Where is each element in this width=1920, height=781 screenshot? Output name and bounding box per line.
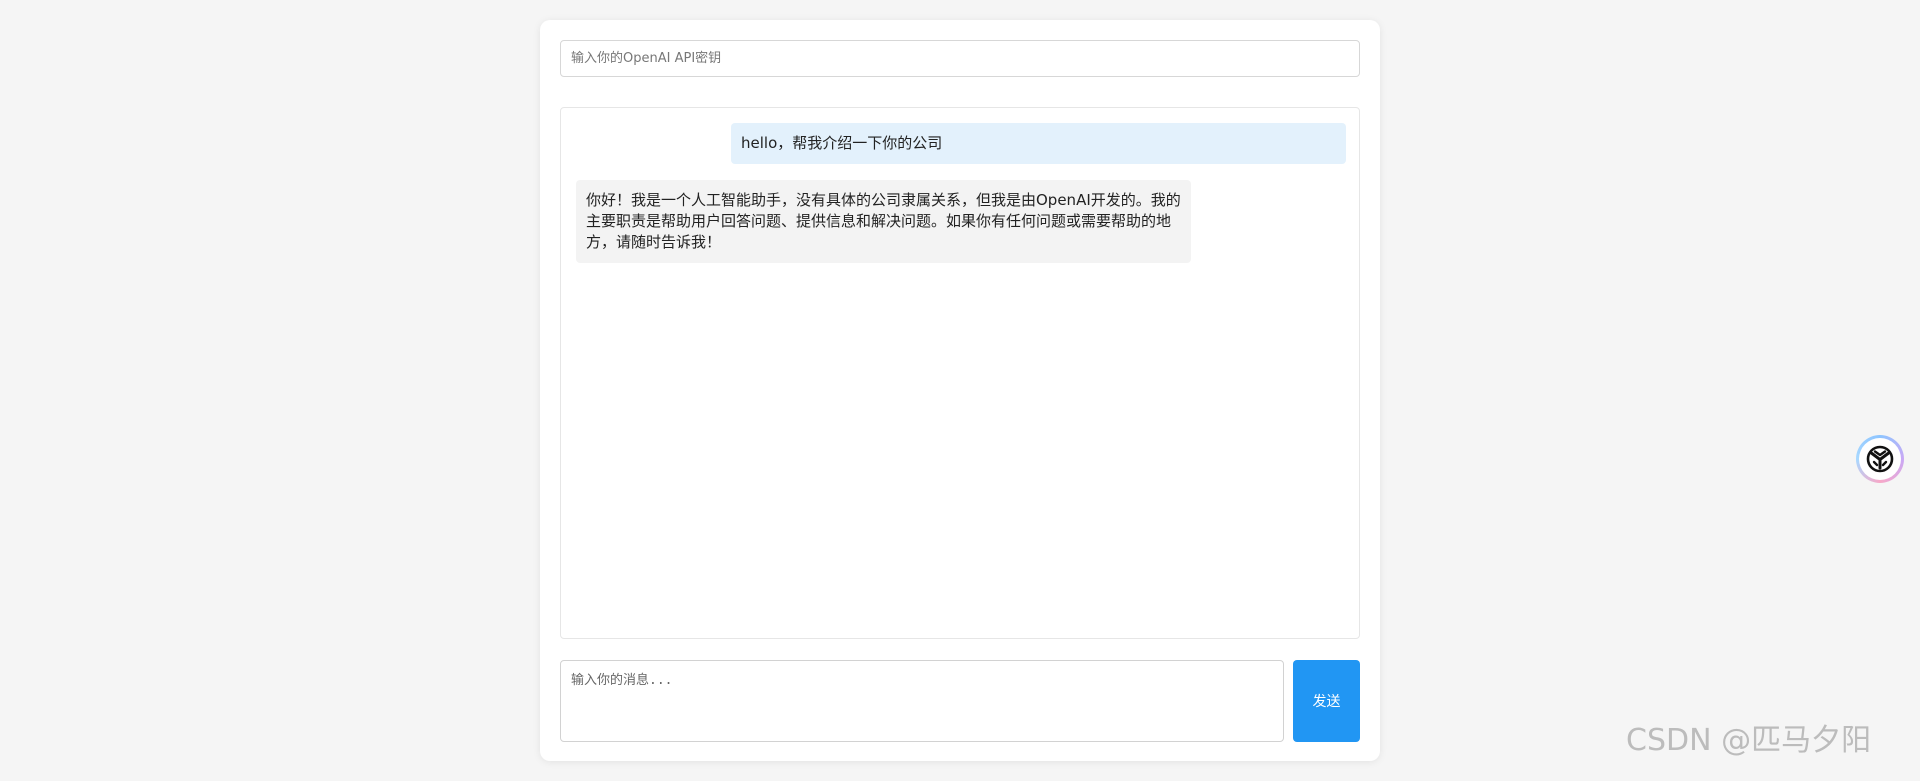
- chat-app-card: hello，帮我介绍一下你的公司 你好！我是一个人工智能助手，没有具体的公司隶属…: [540, 20, 1380, 761]
- user-message-text: hello，帮我介绍一下你的公司: [741, 134, 943, 152]
- csdn-watermark: CSDN @匹马夕阳: [1626, 723, 1872, 758]
- assistant-message: 你好！我是一个人工智能助手，没有具体的公司隶属关系，但我是由OpenAI开发的。…: [576, 180, 1191, 263]
- assistant-logo-icon: [1859, 438, 1901, 480]
- user-message: hello，帮我介绍一下你的公司: [731, 123, 1346, 164]
- message-input[interactable]: [560, 660, 1284, 742]
- chat-history[interactable]: hello，帮我介绍一下你的公司 你好！我是一个人工智能助手，没有具体的公司隶属…: [560, 107, 1360, 639]
- send-button[interactable]: 发送: [1293, 660, 1360, 742]
- api-key-input[interactable]: [560, 40, 1360, 77]
- floating-assistant-button[interactable]: [1856, 435, 1904, 483]
- assistant-message-text: 你好！我是一个人工智能助手，没有具体的公司隶属关系，但我是由OpenAI开发的。…: [586, 191, 1181, 251]
